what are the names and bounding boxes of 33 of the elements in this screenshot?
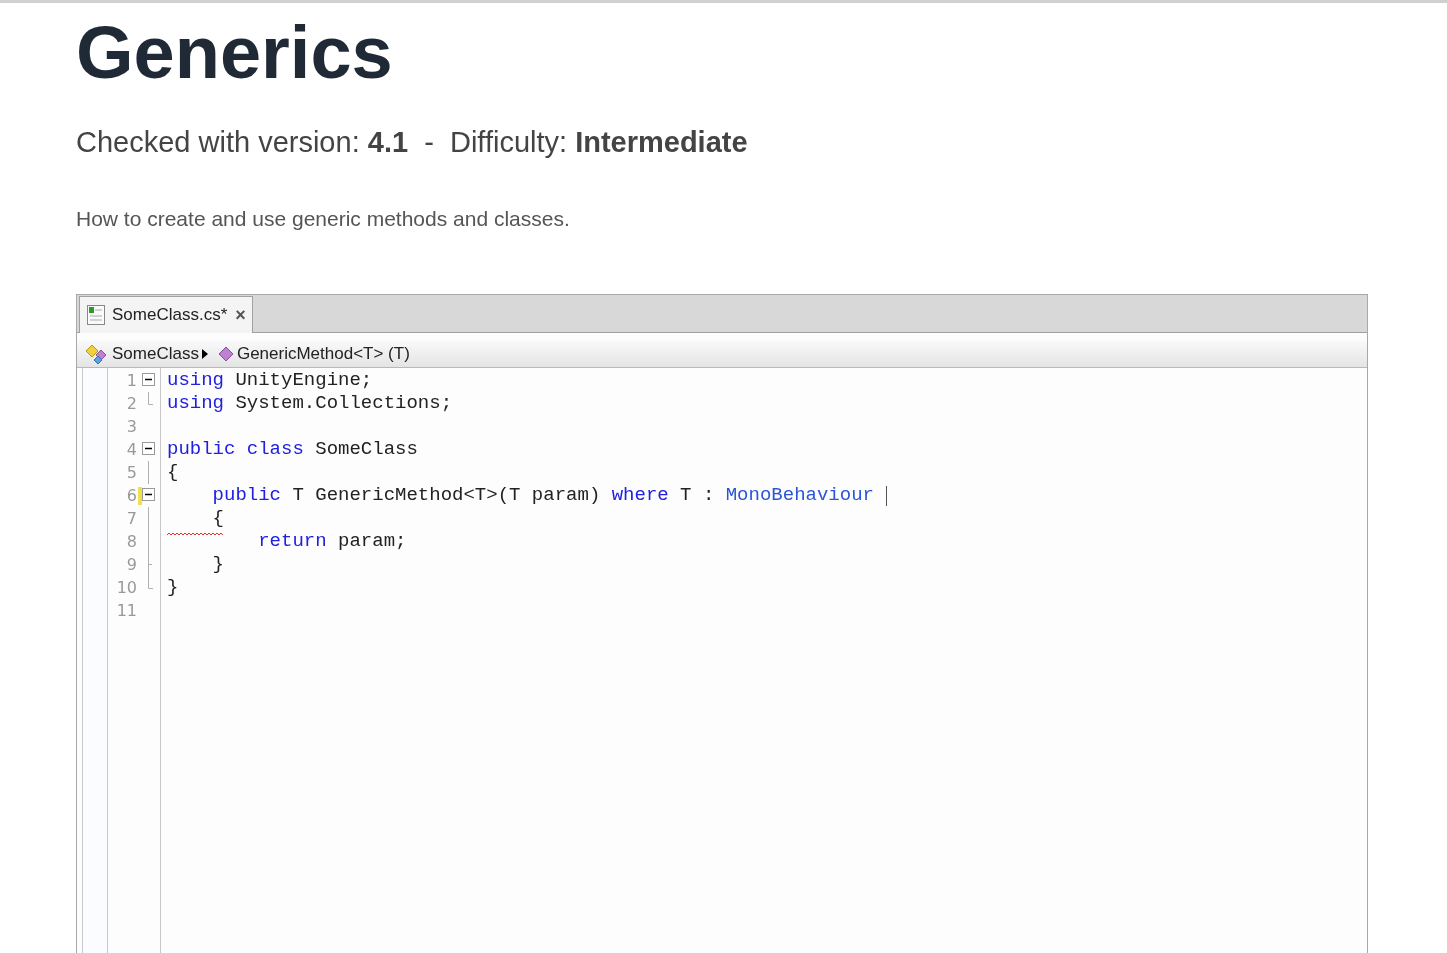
line-number: 1 <box>125 369 138 392</box>
triangle-icon <box>201 348 208 359</box>
code-line: { <box>167 461 179 484</box>
line-number: 8 <box>125 530 138 553</box>
line-number: 6 <box>125 484 138 507</box>
class-icon <box>85 342 109 365</box>
code-line: return param; <box>257 530 407 553</box>
page-title: Generics <box>76 11 393 95</box>
code-line: public T GenericMethod<T>(T param) where T : MonoBehaviour <box>211 484 874 507</box>
code-line: } <box>167 576 179 599</box>
code-line: public class SomeClass <box>167 438 418 461</box>
code-line: } <box>211 553 224 576</box>
description-text: How to create and use generic methods and classes. <box>76 205 570 232</box>
line-number: 7 <box>125 507 138 530</box>
line-number: 10 <box>115 576 138 599</box>
code-line: using System.Collections; <box>167 392 453 415</box>
line-number: 9 <box>125 553 138 576</box>
breadcrumb-item[interactable]: SomeClass <box>112 340 199 367</box>
fold-end-line <box>148 392 154 405</box>
line-number: 3 <box>125 415 138 438</box>
method-icon <box>217 345 234 362</box>
file-tab[interactable]: SomeClass.cs* × <box>79 296 253 333</box>
code-line: using UnityEngine; <box>167 369 373 392</box>
line-number: 11 <box>115 599 138 622</box>
close-tab-button[interactable]: × <box>235 301 246 329</box>
line-number: 4 <box>125 438 138 461</box>
line-number: 5 <box>125 461 138 484</box>
line-number: 2 <box>125 392 138 415</box>
breadcrumb-item[interactable]: GenericMethod<T> (T) <box>236 340 410 367</box>
code-line: { <box>211 507 224 530</box>
page-subtitle: Checked with version: 4.1 - Difficulty: Intermediate <box>76 125 748 160</box>
tab-label: SomeClass.cs* <box>112 304 228 327</box>
file-icon <box>86 304 106 326</box>
